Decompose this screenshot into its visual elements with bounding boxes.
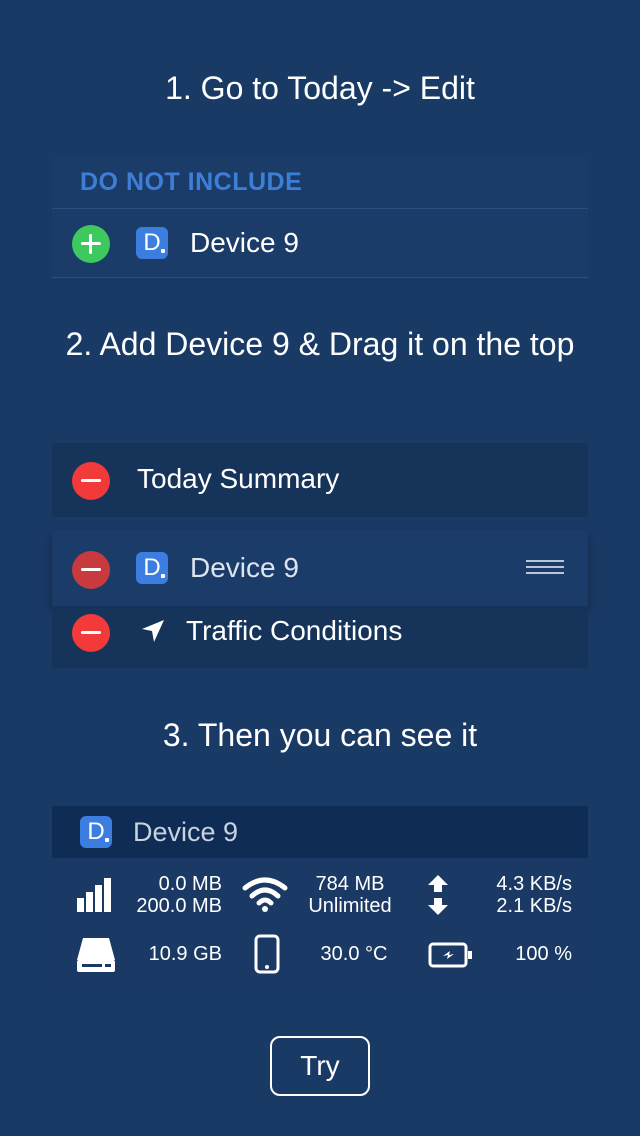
wifi-icon	[242, 877, 288, 912]
edit-list-panel: DO NOT INCLUDE D Device 9	[52, 158, 588, 278]
widget-header: D Device 9	[52, 806, 588, 858]
delete-icon[interactable]	[72, 462, 110, 500]
device9-app-icon: D	[80, 816, 112, 848]
device9-app-icon: D	[136, 552, 168, 584]
device9-widget[interactable]: D Device 9 0.0 MB 200.0 MB 784 MB Unlimi…	[52, 806, 588, 992]
add-icon[interactable]	[72, 225, 110, 263]
list-item-device9-add[interactable]: D Device 9	[52, 208, 588, 278]
delete-icon[interactable]	[72, 551, 110, 589]
upload-download-arrows-icon	[428, 875, 448, 915]
today-summary-label: Today Summary	[137, 463, 340, 494]
list-item-today-summary[interactable]: Today Summary	[52, 443, 588, 517]
wifi-limit: Unlimited	[308, 895, 392, 917]
step-3-instruction: 3. Then you can see it	[162, 717, 478, 753]
step-1-instruction: 1. Go to Today -> Edit	[165, 70, 475, 106]
traffic-conditions-label: Traffic Conditions	[186, 615, 403, 646]
download-speed: 2.1 KB/s	[496, 895, 572, 917]
widget-title: Device 9	[133, 817, 239, 847]
cellular-signal-icon	[77, 878, 111, 912]
location-arrow-icon	[142, 620, 164, 642]
storage-drive-icon	[77, 938, 115, 972]
cellular-limit: 200.0 MB	[136, 895, 222, 917]
list-item-traffic-conditions[interactable]: Traffic Conditions	[52, 606, 588, 668]
section-header-do-not-include: DO NOT INCLUDE	[80, 168, 303, 196]
device9-label: Device 9	[190, 227, 299, 258]
cellular-used: 0.0 MB	[158, 873, 222, 895]
step-2-instruction: 2. Add Device 9 & Drag it on the top	[65, 326, 575, 362]
reorder-handle-icon[interactable]	[526, 560, 564, 578]
battery-value: 100 %	[515, 943, 572, 965]
device9-app-icon: D	[136, 227, 168, 259]
list-item-device9-dragging[interactable]: D Device 9	[52, 530, 588, 606]
wifi-used: 784 MB	[315, 873, 385, 895]
device9-label: Device 9	[190, 552, 299, 583]
divider	[52, 277, 588, 278]
try-button[interactable]: Try	[270, 1036, 370, 1096]
storage-value: 10.9 GB	[148, 943, 222, 965]
phone-icon	[254, 934, 280, 974]
delete-icon[interactable]	[72, 614, 110, 652]
temperature-value: 30.0 °C	[320, 943, 388, 965]
upload-speed: 4.3 KB/s	[496, 873, 572, 895]
